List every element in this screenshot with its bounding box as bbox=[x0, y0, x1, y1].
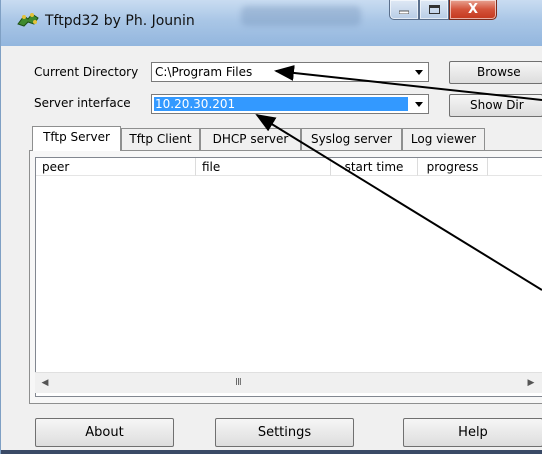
server-interface-value: 10.20.30.201 bbox=[155, 97, 236, 111]
tftpd-app-icon bbox=[16, 10, 40, 32]
scroll-left-icon[interactable]: ◀ bbox=[37, 375, 53, 391]
server-interface-selection: 10.20.30.201 bbox=[154, 97, 408, 111]
scroll-right-icon[interactable]: ▶ bbox=[523, 375, 539, 391]
current-directory-value: C:\Program Files bbox=[155, 65, 253, 79]
caption-buttons: X bbox=[389, 0, 497, 26]
show-dir-button[interactable]: Show Dir bbox=[449, 94, 542, 117]
tftpd32-window: Tftpd32 by Ph. Jounin X Current Director… bbox=[0, 0, 542, 454]
horizontal-scrollbar[interactable]: ◀ III ▶ bbox=[35, 372, 542, 393]
browse-button[interactable]: Browse bbox=[449, 61, 542, 84]
tab-tftp-client[interactable]: Tftp Client bbox=[121, 128, 200, 150]
chevron-down-icon[interactable] bbox=[411, 96, 427, 112]
list-header: peer file start time progress bbox=[36, 158, 542, 177]
tab-tftp-server[interactable]: Tftp Server bbox=[32, 126, 121, 151]
current-directory-combo[interactable]: C:\Program Files bbox=[151, 62, 429, 82]
close-button[interactable]: X bbox=[449, 0, 497, 20]
server-interface-label: Server interface bbox=[34, 96, 131, 110]
column-header-peer[interactable]: peer bbox=[36, 158, 196, 176]
column-header-progress[interactable]: progress bbox=[418, 158, 488, 176]
current-directory-label: Current Directory bbox=[34, 65, 139, 79]
column-header-start-time[interactable]: start time bbox=[331, 158, 418, 176]
maximize-button[interactable] bbox=[419, 0, 449, 20]
about-button[interactable]: About bbox=[35, 418, 174, 447]
scroll-thumb-grip[interactable]: III bbox=[235, 377, 242, 388]
maximize-icon bbox=[428, 3, 440, 17]
transfer-list[interactable]: peer file start time progress bbox=[35, 157, 542, 397]
title-bar[interactable]: Tftpd32 by Ph. Jounin X bbox=[1, 0, 542, 46]
help-button[interactable]: Help bbox=[403, 418, 542, 447]
settings-button[interactable]: Settings bbox=[215, 418, 354, 447]
minimize-button[interactable] bbox=[389, 0, 419, 20]
tab-syslog-server[interactable]: Syslog server bbox=[301, 128, 402, 150]
chevron-down-icon[interactable] bbox=[411, 64, 427, 80]
tab-dhcp-server[interactable]: DHCP server bbox=[200, 128, 301, 150]
window-bottom-border bbox=[1, 450, 542, 454]
column-header-filler bbox=[488, 158, 542, 176]
close-icon: X bbox=[467, 2, 479, 17]
minimize-icon bbox=[398, 3, 410, 17]
window-title: Tftpd32 by Ph. Jounin bbox=[45, 13, 195, 29]
column-header-file[interactable]: file bbox=[196, 158, 331, 176]
server-interface-combo[interactable]: 10.20.30.201 bbox=[151, 94, 429, 114]
tab-log-viewer[interactable]: Log viewer bbox=[402, 128, 485, 150]
